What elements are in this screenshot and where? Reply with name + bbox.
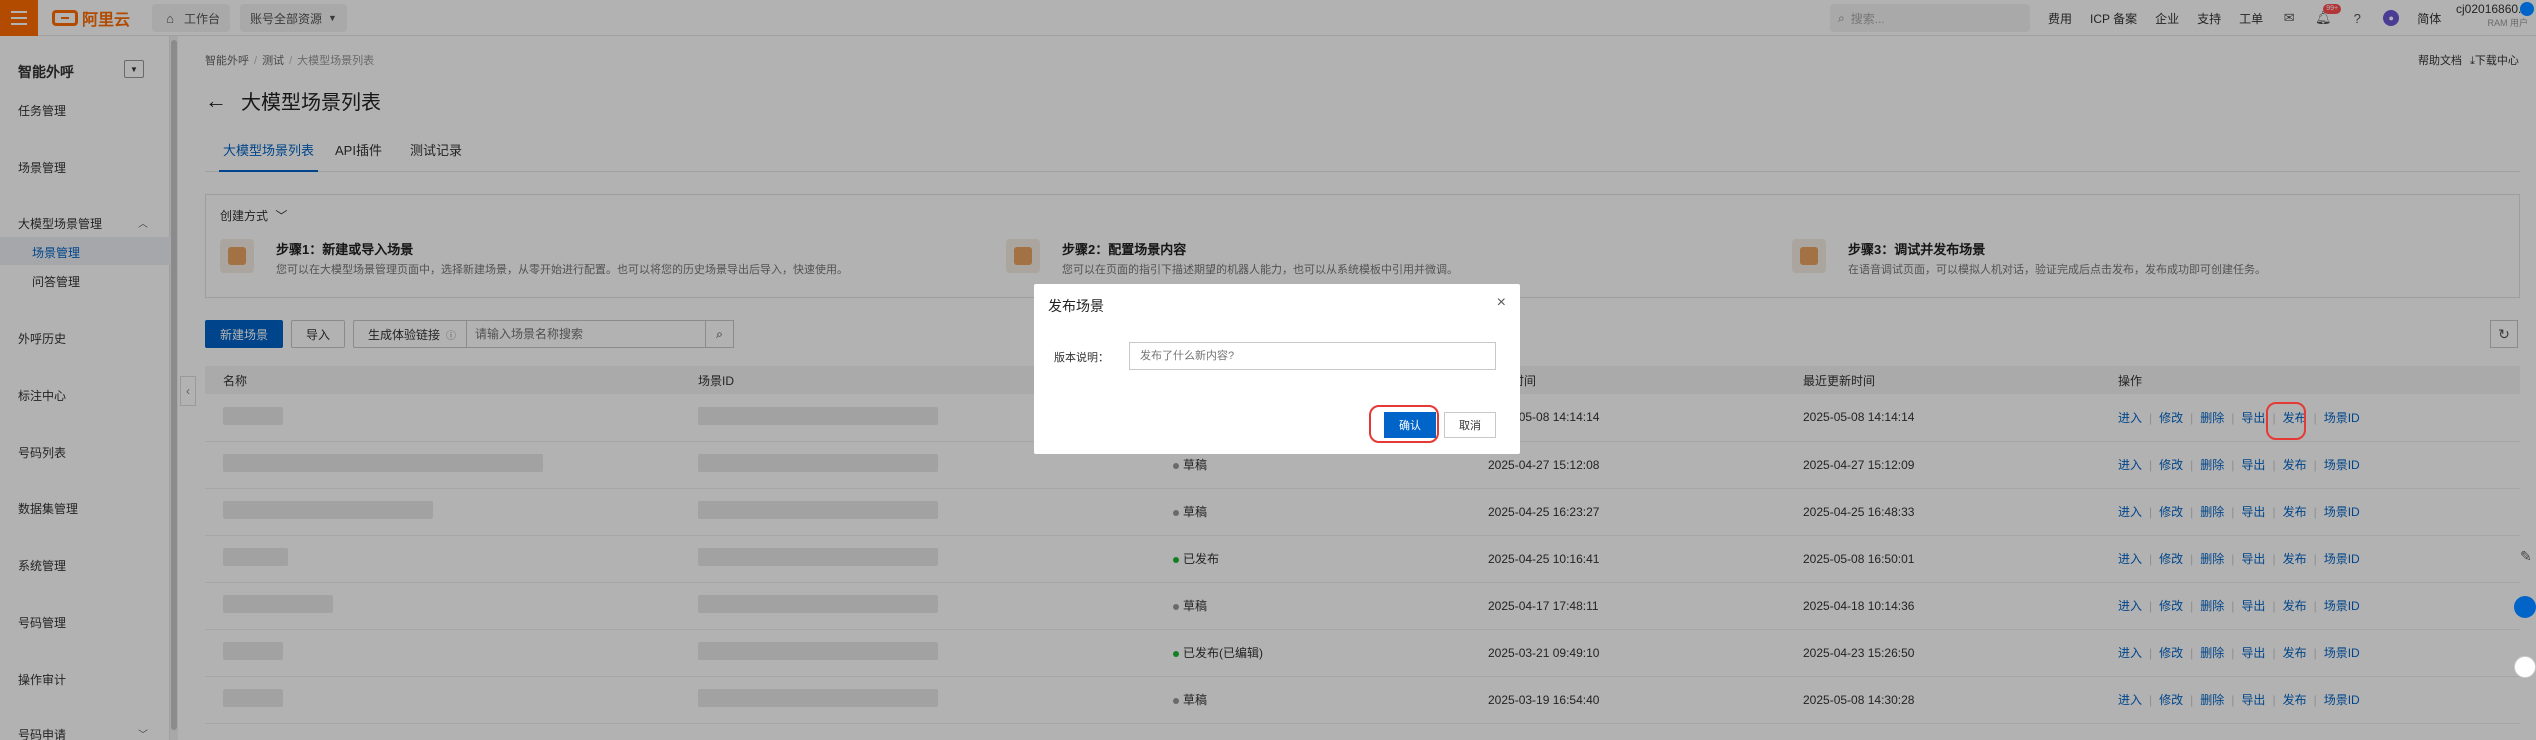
close-icon[interactable]: × bbox=[1497, 294, 1506, 312]
version-note-input[interactable] bbox=[1129, 342, 1496, 370]
version-note-label: 版本说明： bbox=[1054, 352, 1109, 364]
side-avatar-icon[interactable] bbox=[2520, 2, 2534, 16]
confirm-button[interactable]: 确认 bbox=[1384, 412, 1436, 438]
headset-service-icon[interactable] bbox=[2514, 656, 2536, 678]
highlight-ring bbox=[2266, 402, 2306, 440]
publish-scene-dialog: 发布场景 × 版本说明： 确认 取消 bbox=[1034, 284, 1520, 454]
grid-app-icon[interactable] bbox=[2514, 596, 2536, 618]
cancel-button[interactable]: 取消 bbox=[1444, 412, 1496, 438]
dialog-title: 发布场景 bbox=[1048, 298, 1104, 314]
